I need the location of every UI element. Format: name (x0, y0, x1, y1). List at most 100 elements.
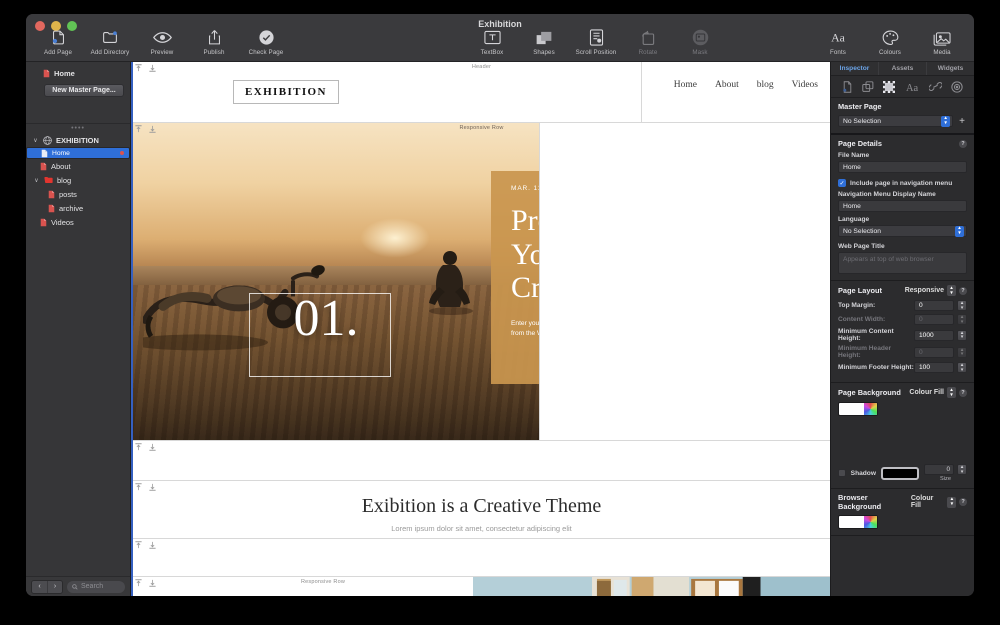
canvas-spacer-row-1[interactable] (133, 441, 830, 481)
sidebar-item-archive[interactable]: archive (26, 201, 130, 215)
section-subheading[interactable]: Lorem ipsum dolor sit amet, consectetur … (133, 524, 830, 533)
toolbar-colours[interactable]: Colours (864, 28, 916, 56)
layers-icon[interactable] (862, 80, 874, 93)
toolbar-media[interactable]: Media (916, 28, 968, 56)
page-canvas[interactable]: Header EXHIBITION Home About blog Videos (131, 62, 830, 596)
section-heading[interactable]: Exibition is a Creative Theme (133, 495, 830, 518)
toolbar-preview[interactable]: Preview (136, 28, 188, 56)
chevron-down-icon[interactable]: ∨ (33, 177, 40, 184)
file-name-field[interactable]: Home (838, 161, 967, 173)
sidebar-item-home[interactable]: Home (26, 147, 130, 159)
hero-background-image[interactable]: 01. MAR. 11, 2020 Propel Your Creativity… (133, 123, 539, 440)
top-margin-input[interactable]: 0 (914, 300, 954, 311)
canvas-title-row[interactable]: Exibition is a Creative Theme Lorem ipsu… (133, 481, 830, 539)
min-header-height-input[interactable]: 0 (914, 346, 954, 358)
shadow-size-stepper[interactable]: ▲ ▼ (957, 464, 967, 475)
page-layout-mode[interactable]: Responsive (905, 287, 944, 294)
toolbar-add-page[interactable]: Add Page (32, 28, 84, 56)
chevron-updown-icon[interactable]: ▲ ▼ (947, 387, 956, 398)
page-settings-icon[interactable] (842, 80, 853, 93)
min-content-height-stepper[interactable]: ▲ ▼ (957, 329, 967, 341)
colour-wheel-icon[interactable] (864, 516, 877, 528)
sidebar-item-posts[interactable]: posts (26, 187, 130, 201)
tab-widgets[interactable]: Widgets (926, 62, 974, 75)
history-nav-buttons[interactable]: ‹ › (31, 579, 63, 594)
header-left-zone[interactable]: EXHIBITION (133, 62, 642, 122)
page-background-colour-swatch[interactable] (838, 402, 878, 416)
sidebar-splitter[interactable]: •••• (26, 124, 130, 132)
shadow-size-input[interactable]: 0 (924, 464, 954, 475)
toolbar-rotate[interactable]: Rotate (622, 28, 674, 56)
new-master-page-button[interactable]: New Master Page... (44, 84, 124, 97)
site-logo[interactable]: EXHIBITION (233, 80, 339, 104)
hero-number[interactable]: 01. (255, 293, 397, 345)
inspector-tabs[interactable]: Inspector Assets Widgets (831, 62, 974, 76)
language-select[interactable]: No Selection ▲ ▼ (838, 225, 967, 237)
shadow-colour-swatch[interactable] (880, 466, 919, 480)
canvas-header-row[interactable]: Header EXHIBITION Home About blog Videos (133, 62, 830, 123)
help-icon[interactable]: ? (959, 286, 967, 295)
tab-inspector[interactable]: Inspector (831, 62, 878, 75)
hero-title[interactable]: Propel Your Creativity (511, 204, 539, 305)
nav-link-videos[interactable]: Videos (792, 80, 818, 90)
toolbar-check-page[interactable]: Check Page (240, 28, 292, 56)
hero-empty-column[interactable] (539, 123, 830, 440)
help-icon[interactable]: ? (959, 388, 967, 397)
row-handles[interactable] (135, 64, 156, 72)
row-handles[interactable] (135, 443, 156, 451)
toolbar-scroll-position[interactable]: Scroll Position (570, 28, 622, 56)
row-handles[interactable] (135, 483, 156, 491)
tab-assets[interactable]: Assets (878, 62, 926, 75)
min-header-height-stepper[interactable]: ▲ ▼ (957, 346, 967, 358)
shadow-checkbox[interactable] (838, 469, 846, 477)
min-footer-height-input[interactable]: 100 (914, 362, 954, 373)
row-handles[interactable] (135, 579, 156, 587)
inspector-icon-bar[interactable]: Aa (831, 76, 974, 98)
selection-frame-icon[interactable] (882, 80, 895, 93)
row-handles[interactable] (135, 125, 156, 133)
content-width-stepper[interactable]: ▲ ▼ (957, 314, 967, 325)
sidebar-item-about[interactable]: About (26, 159, 130, 173)
master-page-select[interactable]: No Selection ▲ ▼ (838, 115, 954, 127)
sidebar-item-videos[interactable]: Videos (26, 215, 130, 229)
nav-display-field[interactable]: Home (838, 200, 967, 212)
master-page-home-row[interactable]: › Home (26, 66, 130, 80)
canvas-hero-row[interactable]: Responsive Row 01. MAR. 1 Pr Y Cr Enter … (133, 123, 830, 441)
toolbar-textbox[interactable]: TextBox (466, 28, 518, 56)
browser-background-colour-swatch[interactable] (838, 515, 878, 529)
min-footer-height-stepper[interactable]: ▲ ▼ (957, 362, 967, 373)
row-handles[interactable] (135, 541, 156, 549)
sidebar-item-blog[interactable]: ∨ blog (26, 173, 130, 187)
nav-link-about[interactable]: About (715, 80, 739, 90)
include-nav-row[interactable]: ✓ Include page in navigation menu (838, 179, 967, 187)
canvas-spacer-row-2[interactable] (133, 539, 830, 577)
back-button[interactable]: ‹ (32, 580, 47, 593)
link-icon[interactable] (929, 81, 943, 92)
help-icon[interactable]: ? (959, 139, 967, 148)
page-background-mode[interactable]: Colour Fill (909, 389, 944, 396)
bottom-interior-image[interactable]: Responsive Row (301, 577, 830, 596)
toolbar-fonts[interactable]: Aa Fonts (812, 28, 864, 56)
include-nav-checkbox[interactable]: ✓ (838, 179, 846, 187)
colour-wheel-icon[interactable] (864, 403, 877, 415)
chevron-updown-icon[interactable]: ▲ ▼ (947, 285, 956, 296)
toolbar-mask[interactable]: Mask (674, 28, 726, 56)
text-aa-icon[interactable]: Aa (904, 81, 920, 93)
min-content-height-input[interactable]: 1000 (914, 329, 954, 341)
site-root-row[interactable]: ∨ EXHIBITION (26, 133, 130, 147)
content-width-input[interactable]: 0 (914, 314, 954, 325)
toolbar-publish[interactable]: Publish (188, 28, 240, 56)
top-margin-stepper[interactable]: ▲ ▼ (957, 300, 967, 311)
target-icon[interactable] (951, 80, 964, 93)
chevron-updown-icon[interactable]: ▲ ▼ (947, 496, 957, 508)
header-right-zone[interactable]: Home About blog Videos (642, 62, 830, 122)
web-page-title-field[interactable]: Appears at top of web browser (838, 252, 967, 274)
hero-text-card[interactable]: MAR. 11, 2020 Propel Your Creativity Ent… (491, 171, 539, 384)
forward-button[interactable]: › (47, 580, 62, 593)
chevron-down-icon[interactable]: ∨ (32, 137, 39, 144)
search-input[interactable]: Search (67, 580, 125, 593)
nav-link-blog[interactable]: blog (757, 80, 774, 90)
nav-link-home[interactable]: Home (674, 80, 697, 90)
browser-background-mode[interactable]: Colour Fill (911, 495, 945, 509)
site-nav[interactable]: Home About blog Videos (642, 80, 818, 90)
